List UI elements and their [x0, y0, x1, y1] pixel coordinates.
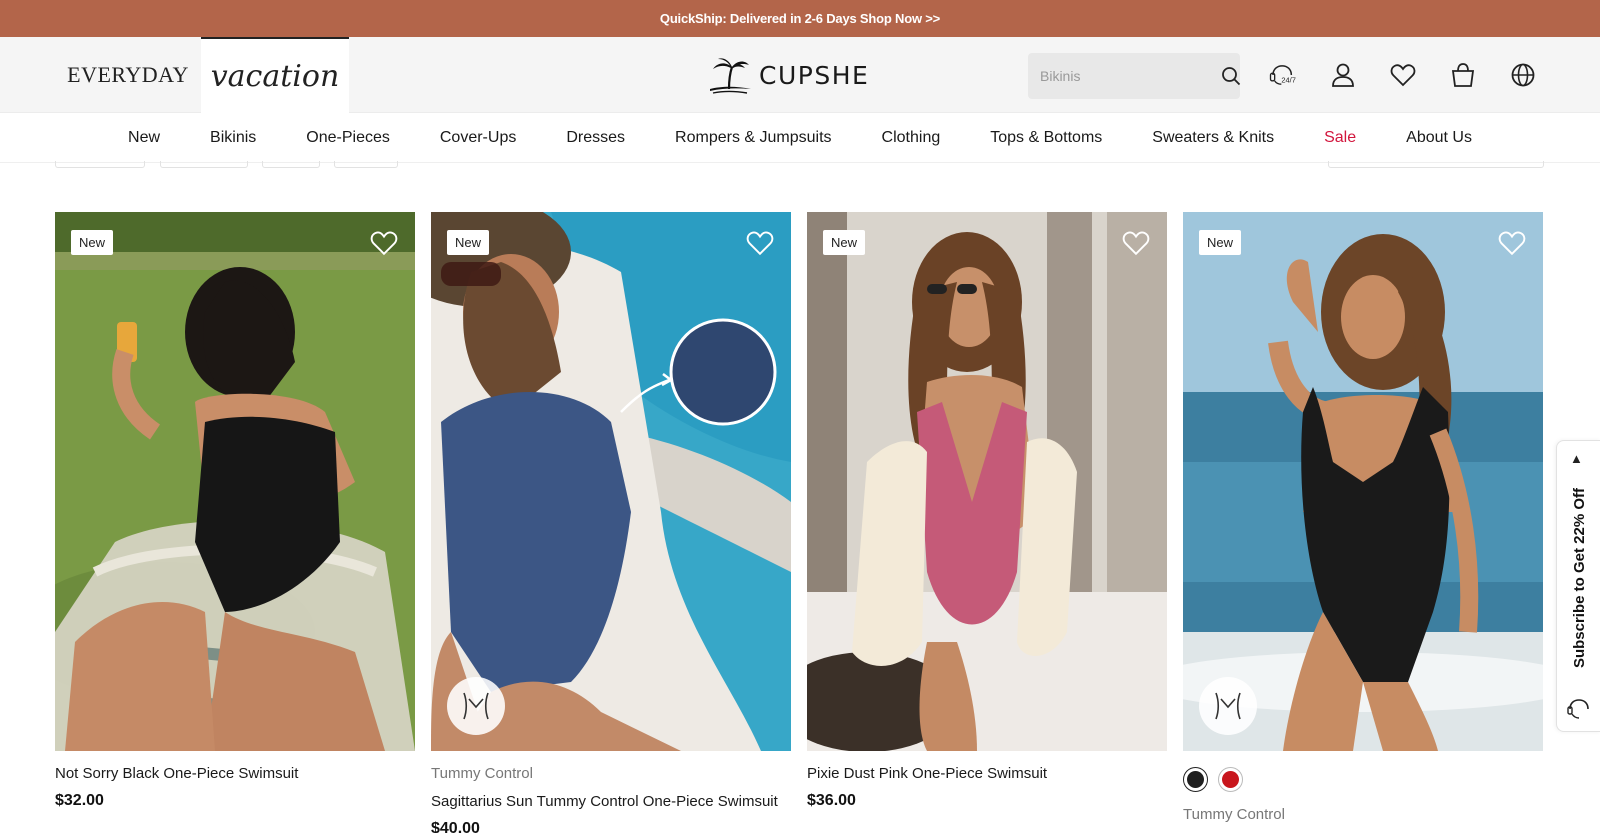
promo-bar[interactable]: QuickShip: Delivered in 2-6 Days Shop No…: [0, 0, 1600, 37]
brand-tab-everyday-label: EVERYDAY: [67, 62, 189, 87]
product-image[interactable]: New: [1183, 212, 1543, 751]
filter-button[interactable]: [334, 161, 398, 168]
product-grid: New Not Sorry Black One-Piece Swimsuit $…: [55, 212, 1543, 833]
subscribe-text: Subscribe to Get 22% Off: [1570, 487, 1588, 669]
search-box[interactable]: [1028, 53, 1241, 99]
product-title[interactable]: Not Sorry Black One-Piece Swimsuit: [55, 765, 415, 783]
product-photo-grass: [55, 212, 415, 751]
site-logo[interactable]: CUPSHE: [707, 55, 869, 95]
new-badge: New: [823, 230, 866, 255]
nav-item-dresses[interactable]: Dresses: [541, 129, 650, 147]
product-card[interactable]: New Tummy Control Sagittarius Sun Tummy …: [431, 212, 791, 833]
color-swatches: [1183, 765, 1543, 792]
support-label: 24/7: [1281, 76, 1296, 85]
nav-item-new[interactable]: New: [103, 129, 185, 147]
wishlist-heart-icon[interactable]: [369, 228, 399, 258]
product-price: $32.00: [55, 792, 104, 809]
product-info: Pixie Dust Pink One-Piece Swimsuit $36.0…: [807, 751, 1167, 810]
bag-icon[interactable]: [1448, 59, 1478, 91]
product-price: $40.00: [431, 820, 480, 833]
sort-dropdown[interactable]: [1328, 161, 1544, 168]
nav-item-sweaters-knits[interactable]: Sweaters & Knits: [1127, 129, 1299, 147]
main-nav: New Bikinis One-Pieces Cover-Ups Dresses…: [0, 113, 1600, 163]
support-chat-icon[interactable]: [1565, 695, 1593, 723]
nav-item-about-us[interactable]: About Us: [1381, 129, 1497, 147]
product-price: $36.00: [807, 792, 856, 809]
brand-tabs: EVERYDAY vacation: [55, 37, 349, 113]
new-badge: New: [71, 230, 114, 255]
site-header: EVERYDAY vacation CUPSHE 2: [0, 37, 1600, 113]
filter-bar: [0, 161, 1600, 169]
promo-text[interactable]: QuickShip: Delivered in 2-6 Days Shop No…: [660, 11, 940, 26]
header-icons: 24/7: [1268, 59, 1538, 91]
filter-button[interactable]: [160, 161, 248, 168]
new-badge: New: [1199, 230, 1242, 255]
product-tag: Tummy Control: [431, 765, 533, 782]
user-icon[interactable]: [1328, 59, 1358, 91]
brand-tab-vacation-label: vacation: [210, 58, 340, 94]
nav-item-bikinis[interactable]: Bikinis: [185, 129, 281, 147]
nav-item-sale[interactable]: Sale: [1299, 129, 1381, 147]
product-photo-beach: [1183, 212, 1543, 751]
collapse-arrow-icon[interactable]: ▲: [1570, 451, 1583, 466]
product-image[interactable]: New: [807, 212, 1167, 751]
product-info: Not Sorry Black One-Piece Swimsuit $32.0…: [55, 751, 415, 810]
heart-icon[interactable]: [1388, 59, 1418, 91]
wishlist-heart-icon[interactable]: [1497, 228, 1527, 258]
product-photo-snow: [807, 212, 1167, 751]
support-24-7-icon[interactable]: 24/7: [1268, 59, 1298, 91]
nav-item-clothing[interactable]: Clothing: [857, 129, 966, 147]
subscribe-label[interactable]: Subscribe to Get 22% Off: [1565, 473, 1593, 683]
wishlist-heart-icon[interactable]: [1121, 228, 1151, 258]
wishlist-heart-icon[interactable]: [745, 228, 775, 258]
logo-text: CUPSHE: [759, 60, 870, 90]
brand-tab-vacation[interactable]: vacation: [201, 37, 349, 113]
product-card[interactable]: New Not Sorry Black One-Piece Swimsuit $…: [55, 212, 415, 833]
product-card[interactable]: New Tummy Control: [1183, 212, 1543, 833]
brand-tab-everyday[interactable]: EVERYDAY: [55, 37, 201, 113]
color-swatch[interactable]: [1183, 767, 1208, 792]
search-input[interactable]: [1040, 68, 1221, 84]
product-card[interactable]: New Pixie Dust Pink One-Piece Swimsuit $…: [807, 212, 1167, 833]
product-photo-pool: [431, 212, 791, 751]
nav-item-one-pieces[interactable]: One-Pieces: [281, 129, 415, 147]
filter-button[interactable]: [55, 161, 145, 168]
filter-button[interactable]: [262, 161, 320, 168]
color-swatch[interactable]: [1218, 767, 1243, 792]
product-title[interactable]: Sagittarius Sun Tummy Control One-Piece …: [431, 793, 791, 811]
tummy-control-icon: [1199, 677, 1257, 735]
search-icon[interactable]: [1221, 65, 1241, 87]
tummy-control-icon: [447, 677, 505, 735]
product-info: Tummy Control Sagittarius Sun Tummy Cont…: [431, 751, 791, 833]
nav-item-cover-ups[interactable]: Cover-Ups: [415, 129, 541, 147]
nav-item-tops-bottoms[interactable]: Tops & Bottoms: [965, 129, 1127, 147]
subscribe-side-tab[interactable]: ▲ Subscribe to Get 22% Off: [1556, 440, 1600, 732]
new-badge: New: [447, 230, 490, 255]
product-title[interactable]: Pixie Dust Pink One-Piece Swimsuit: [807, 765, 1167, 783]
product-tag: Tummy Control: [1183, 806, 1285, 823]
product-image[interactable]: New: [431, 212, 791, 751]
globe-icon[interactable]: [1508, 59, 1538, 91]
product-info: Tummy Control: [1183, 751, 1543, 823]
product-image[interactable]: New: [55, 212, 415, 751]
nav-item-rompers-jumpsuits[interactable]: Rompers & Jumpsuits: [650, 129, 857, 147]
palm-tree-logo-icon: [710, 58, 751, 94]
